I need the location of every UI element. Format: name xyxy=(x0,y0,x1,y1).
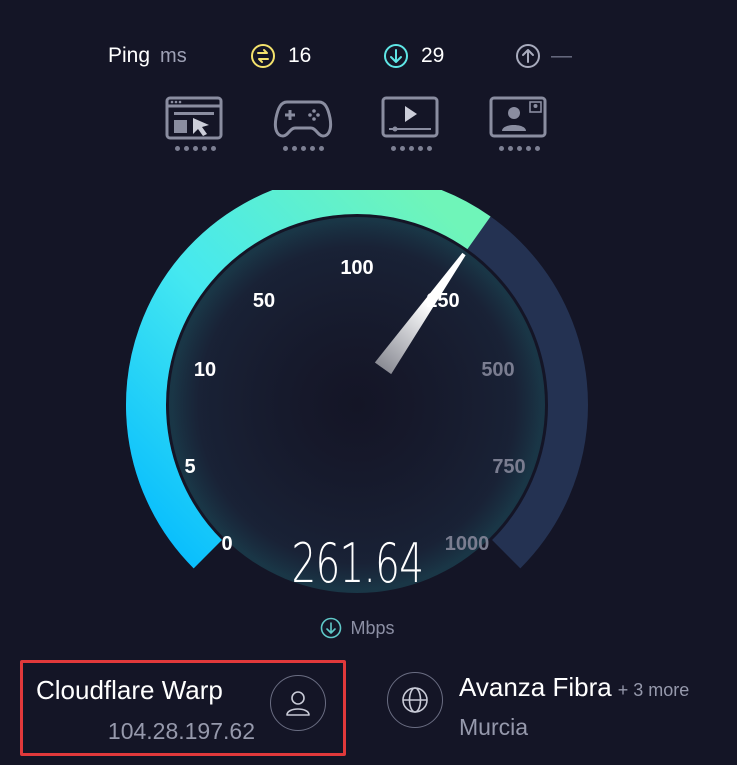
globe-icon xyxy=(402,687,428,713)
server-name-row: Avanza Fibra + 3 more xyxy=(459,672,689,703)
download-arrow-icon xyxy=(321,617,342,639)
upload-ping-group: — xyxy=(515,36,572,76)
use-case-ratings xyxy=(0,96,737,160)
tick-250: 250 xyxy=(426,290,459,312)
user-icon xyxy=(286,691,310,716)
rating-dots xyxy=(165,146,225,151)
tick-5: 5 xyxy=(184,456,195,478)
ping-row: Ping ms 16 29 — xyxy=(0,36,737,76)
tick-750: 750 xyxy=(492,456,525,478)
speed-value: 261.64 xyxy=(291,532,424,595)
tick-500: 500 xyxy=(481,359,514,381)
speed-unit-row: Mbps xyxy=(0,617,715,639)
tick-10: 10 xyxy=(194,359,216,381)
upload-ping-value: — xyxy=(551,44,572,67)
ping-label-group: Ping ms xyxy=(108,36,187,76)
web-browsing-icon xyxy=(165,96,223,140)
speed-unit: Mbps xyxy=(350,617,395,638)
latency-value: 16 xyxy=(288,44,312,67)
video-streaming-icon xyxy=(381,96,439,138)
gamepad-icon xyxy=(273,100,333,138)
server-location: Murcia xyxy=(459,714,529,740)
idle-latency-icon xyxy=(251,44,275,68)
video-chat-icon xyxy=(489,96,547,138)
download-ping-group: 29 xyxy=(383,36,444,76)
use-case-web[interactable] xyxy=(165,96,225,156)
provider-card[interactable]: Cloudflare Warp 104.28.197.62 xyxy=(20,660,346,756)
use-case-gaming[interactable] xyxy=(273,96,333,156)
ping-unit: ms xyxy=(160,44,187,67)
download-arrow-icon xyxy=(384,44,408,68)
latency-group: 16 xyxy=(250,36,311,76)
server-more-link[interactable]: + 3 more xyxy=(618,680,690,700)
rating-dots xyxy=(381,146,441,151)
rating-dots xyxy=(489,146,549,151)
server-name: Avanza Fibra xyxy=(459,672,612,702)
provider-ip: 104.28.197.62 xyxy=(107,718,255,744)
download-ping-value: 29 xyxy=(421,44,445,67)
use-case-streaming[interactable] xyxy=(381,96,441,156)
tick-100: 100 xyxy=(340,257,373,279)
tick-50: 50 xyxy=(253,290,275,312)
provider-avatar[interactable] xyxy=(270,675,326,731)
rating-dots xyxy=(273,146,333,151)
provider-name: Cloudflare Warp xyxy=(36,675,223,705)
use-case-video-chat[interactable] xyxy=(489,96,549,156)
server-card[interactable]: Avanza Fibra + 3 more Murcia xyxy=(387,670,727,750)
upload-arrow-icon xyxy=(516,44,540,68)
server-globe[interactable] xyxy=(387,672,443,728)
ping-label: Ping xyxy=(108,44,151,67)
